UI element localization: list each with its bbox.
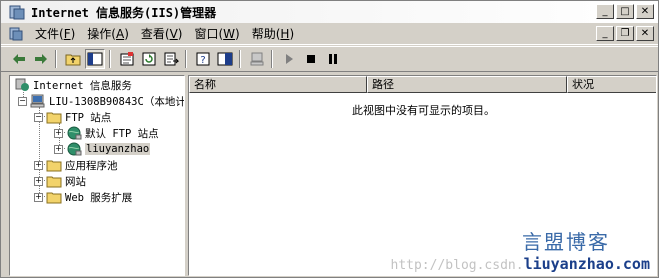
connect-computer-button[interactable] [247, 49, 267, 69]
help-icon: ? [196, 52, 210, 66]
close-icon: ✕ [640, 5, 650, 17]
doc-restore-icon: ❐ [620, 27, 630, 39]
tree-item-server[interactable]: − LIU-1308B90843C（本地计 [18, 93, 184, 109]
column-header-path[interactable]: 路径 [367, 76, 567, 93]
up-folder-icon [65, 54, 81, 66]
expand-icon[interactable]: + [54, 144, 63, 154]
folder-icon [46, 112, 62, 124]
doc-restore-button[interactable]: ❐ [616, 26, 634, 41]
back-button[interactable] [9, 49, 29, 69]
tree-item-ftp-sites[interactable]: − FTP 站点 [34, 109, 111, 125]
empty-view-message: 此视图中没有可显示的项目。 [352, 104, 495, 117]
menu-window[interactable]: 窗口(W) [188, 24, 245, 44]
title-bar[interactable]: Internet 信息服务(IIS)管理器 _ □ ✕ [1, 1, 658, 23]
stop-button[interactable] [301, 49, 321, 69]
show-hide-tree-button[interactable] [85, 49, 105, 69]
folder-icon [46, 160, 62, 172]
computer-icon [30, 94, 45, 108]
menu-file[interactable]: 文件(F) [29, 24, 81, 44]
refresh-button[interactable] [139, 49, 159, 69]
menu-help[interactable]: 帮助(H) [246, 24, 300, 44]
help-button[interactable]: ? [193, 49, 213, 69]
doc-minimize-icon: _ [602, 27, 608, 39]
console-tree-button[interactable] [215, 49, 235, 69]
doc-close-icon: ✕ [640, 27, 650, 39]
tree-item-websites[interactable]: + 网站 [34, 173, 86, 189]
toolbar: ? [1, 46, 658, 72]
expand-icon[interactable]: + [34, 176, 43, 186]
iis-manager-window: Internet 信息服务(IIS)管理器 _ □ ✕ 文件(F) 操作(A) … [0, 0, 659, 278]
play-icon [286, 54, 293, 64]
up-one-level-button[interactable] [63, 49, 83, 69]
stop-icon [307, 55, 315, 63]
minimize-icon: _ [602, 5, 608, 17]
close-button[interactable]: ✕ [636, 4, 654, 19]
globe-icon [67, 142, 82, 156]
toolbar-separator [55, 50, 57, 68]
refresh-icon [142, 52, 156, 66]
folder-icon [46, 192, 62, 204]
forward-arrow-icon [35, 54, 47, 64]
tree-item-liuyanzhao[interactable]: + liuyanzhao [54, 141, 151, 157]
tree-item-web-service-extensions[interactable]: + Web 服务扩展 [34, 189, 132, 205]
doc-minimize-button[interactable]: _ [596, 26, 614, 41]
tree-item-iis-root[interactable]: Internet 信息服务 [14, 77, 132, 93]
tree-item-default-ftp-site[interactable]: + 默认 FTP 站点 [54, 125, 159, 141]
back-arrow-icon [13, 54, 25, 64]
doc-close-button[interactable]: ✕ [636, 26, 654, 41]
column-header-status[interactable]: 状况 [567, 76, 656, 93]
maximize-button[interactable]: □ [616, 4, 634, 19]
pause-icon [329, 54, 337, 64]
expand-icon[interactable]: + [34, 192, 43, 202]
export-list-icon [164, 52, 179, 66]
window-title: Internet 信息服务(IIS)管理器 [31, 5, 217, 20]
computer-icon [250, 52, 264, 66]
start-button[interactable] [279, 49, 299, 69]
toolbar-separator [185, 50, 187, 68]
toolbar-separator [271, 50, 273, 68]
menu-view[interactable]: 查看(V) [135, 24, 189, 44]
forward-button[interactable] [31, 49, 51, 69]
tree-item-app-pools[interactable]: + 应用程序池 [34, 157, 118, 173]
globe-icon [67, 126, 82, 140]
console-tree-icon [217, 52, 233, 66]
collapse-icon[interactable]: − [18, 96, 27, 106]
iis-computer-icon [15, 78, 29, 91]
folder-icon [46, 176, 62, 188]
minimize-button[interactable]: _ [596, 4, 614, 19]
collapse-icon[interactable]: − [34, 112, 43, 122]
expand-icon[interactable]: + [54, 128, 63, 138]
properties-icon [120, 52, 134, 66]
export-list-button[interactable] [161, 49, 181, 69]
details-pane[interactable]: 名称 路径 状况 此视图中没有可显示的项目。 [188, 75, 657, 276]
pause-button[interactable] [323, 49, 343, 69]
svg-text:?: ? [200, 55, 205, 66]
mmc-console-icon[interactable] [9, 27, 23, 41]
toolbar-separator [239, 50, 241, 68]
app-icon [9, 4, 25, 20]
column-header-name[interactable]: 名称 [189, 76, 367, 93]
toolbar-separator [109, 50, 111, 68]
expand-icon[interactable]: + [34, 160, 43, 170]
properties-button[interactable] [117, 49, 137, 69]
maximize-icon: □ [620, 5, 630, 17]
show-tree-icon [87, 52, 103, 66]
list-header: 名称 路径 状况 [189, 76, 656, 93]
menu-action[interactable]: 操作(A) [81, 24, 135, 44]
console-tree[interactable]: Internet 信息服务 − LIU-1308B90843C（本地计 − FT… [9, 75, 185, 276]
menu-bar: 文件(F) 操作(A) 查看(V) 窗口(W) 帮助(H) _ ❐ ✕ [1, 23, 658, 45]
